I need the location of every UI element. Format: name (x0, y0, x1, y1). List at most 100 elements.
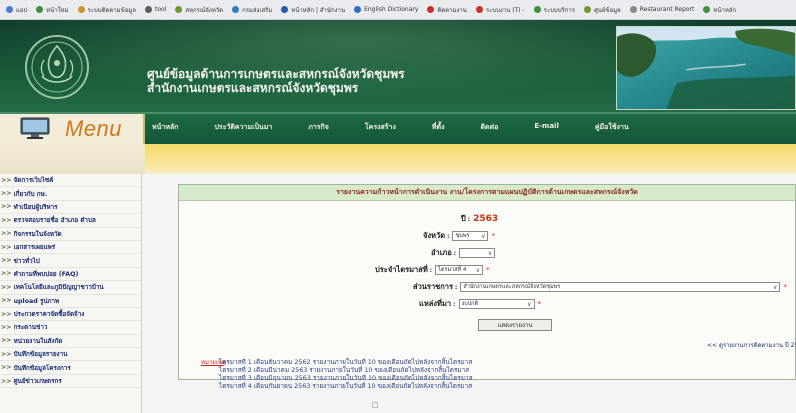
double-arrow-icon: >> (1, 364, 12, 372)
bookmark-favicon-icon (281, 6, 289, 13)
bookmark-item[interactable]: หน้าหลัก (703, 5, 736, 15)
bookmark-label: ศูนย์ข้อมูล (593, 6, 621, 14)
bookmark-item[interactable]: tool (144, 6, 166, 13)
sidebar-item-label: ศูนย์ข่าวเกษตรกร (13, 378, 62, 386)
bookmark-favicon-icon (36, 6, 44, 13)
bookmark-favicon-icon (427, 6, 435, 13)
quarter-label: ประจำไตรมาสที่ : (375, 265, 433, 274)
site-title: ศูนย์ข้อมูลด้านการเกษตรและสหกรณ์จังหวัดช… (147, 67, 405, 95)
double-arrow-icon: >> (1, 270, 12, 278)
province-select-value: ชุมพร (455, 233, 470, 239)
bookmark-item[interactable]: Restaurant Report (629, 6, 694, 13)
bookmark-label: กรมส่งเสริม (242, 6, 273, 14)
bookmark-item[interactable]: ระบบงาน (T) - (475, 5, 525, 15)
double-arrow-icon: >> (1, 203, 12, 211)
bookmark-label: ระบบติดตามข้อมูล (87, 6, 136, 14)
top-navigation: Menu หน้าหลัก ประวัติความเป็นมา ภารกิจ โครง… (0, 112, 796, 146)
district-select[interactable]: ∨ (459, 248, 496, 258)
agency-select[interactable]: สำนักงานเกษตรและสหกรณ์จังหวัดชุมพร ∨ (460, 282, 781, 292)
sidebar-item[interactable]: >> ตรวจสอบรายชื่อ อำเภอ ตำบล (0, 214, 141, 228)
nav-link[interactable]: โครงสร้าง (365, 122, 396, 133)
bookmark-item[interactable]: สหกรณ์จังหวัด (175, 5, 223, 15)
sidebar-item[interactable]: >> คำถามที่พบบ่อย (FAQ) (0, 268, 141, 282)
sidebar-item[interactable]: >> ประกวดราคาจัดซื้อจัดจ้าง (0, 308, 141, 322)
sidebar-item-label: จัดการเว็บไซต์ (13, 177, 54, 185)
double-arrow-icon: >> (1, 310, 12, 318)
nav-link[interactable]: ภารกิจ (308, 122, 329, 133)
sidebar-item-label: ตรวจสอบรายชื่อ อำเภอ ตำบล (13, 217, 96, 225)
double-arrow-icon: >> (1, 323, 12, 331)
bookmark-item[interactable]: English Dictionary (354, 6, 418, 13)
bookmark-label: ติดตามงาน (437, 6, 467, 14)
report-2549-link[interactable]: << ดูรายงานการติดตามงาน ปี 2549 (707, 340, 796, 350)
fund-select[interactable]: งบปกติ ∨ (458, 299, 535, 309)
chevron-down-icon: ∨ (527, 300, 532, 308)
double-arrow-icon: >> (1, 190, 12, 198)
quarter-select[interactable]: ไตรมาสที่ 4 ∨ (435, 265, 484, 275)
report-title: รายงานความก้าวหน้าการดำเนินงาน งาน/โครงก… (179, 185, 795, 201)
fund-row: แหล่งที่มา : งบปกติ ∨ * (419, 298, 541, 310)
quarter-select-value: ไตรมาสที่ 4 (438, 267, 467, 273)
menu-heading-base (0, 144, 145, 174)
nav-link[interactable]: คู่มือใช้งาน (595, 122, 629, 133)
sidebar-item-label: กิจกรรมในจังหวัด (13, 230, 62, 238)
bookmark-favicon-icon (583, 6, 591, 13)
double-arrow-icon: >> (1, 176, 12, 184)
bookmark-item[interactable]: ศูนย์ข้อมูล (583, 5, 621, 15)
computer-monitor-icon (20, 117, 50, 139)
bookmark-item[interactable]: หน้าหลัก | สำนักงาน (281, 5, 345, 15)
required-mark: * (783, 283, 787, 291)
sidebar-item-label: หน่วยงานในสังกัด (13, 337, 63, 345)
nav-link[interactable]: ติดต่อ (481, 122, 499, 133)
sidebar-item[interactable]: >> บันทึกข้อมูลโครงการ (0, 361, 141, 375)
sidebar-item[interactable]: >> เกี่ยวกับ กษ. (0, 187, 141, 201)
bookmark-favicon-icon (144, 6, 152, 13)
sidebar-item[interactable]: >> ข่าวทั่วไป (0, 254, 141, 268)
nav-link[interactable]: ประวัติความเป็นมา (214, 122, 272, 133)
required-mark: * (537, 300, 542, 308)
sidebar-item[interactable]: >> จัดการเว็บไซต์ (0, 174, 141, 188)
agency-row: ส่วนราชการ : สำนักงานเกษตรและสหกรณ์จังหว… (413, 281, 787, 293)
year-value: 2563 (473, 214, 499, 224)
bookmark-favicon-icon (703, 6, 711, 13)
province-label: จังหวัด : (423, 231, 450, 240)
district-row: อำเภอ : ∨ (431, 247, 496, 259)
bookmark-item[interactable]: ระบบบริการ (533, 5, 575, 15)
bookmark-favicon-icon (232, 6, 240, 13)
bookmark-label: English Dictionary (364, 6, 419, 13)
chevron-down-icon: ∨ (475, 266, 481, 274)
bookmark-favicon-icon (475, 6, 483, 13)
nav-link[interactable]: หน้าหลัก (152, 122, 178, 133)
province-select[interactable]: ชุมพร ∨ (452, 231, 489, 241)
sidebar-item[interactable]: >> บันทึกข้อมูลรายงาน (0, 348, 141, 362)
nav-link[interactable]: ที่ตั้ง (432, 122, 445, 133)
sidebar-item-label: เทคโนโลยีและภูมิปัญญาชาวบ้าน (13, 284, 104, 292)
bookmark-favicon-icon (354, 6, 362, 13)
bookmark-item[interactable]: หน้าใหม่ (36, 5, 69, 15)
bookmark-item[interactable]: กรมส่งเสริม (232, 5, 272, 15)
nav-link[interactable]: E-mail (534, 122, 559, 133)
bookmark-label: หน้าหลัก | สำนักงาน (291, 6, 346, 14)
bookmark-item[interactable]: ติดตามงาน (427, 5, 467, 15)
fund-label: แหล่งที่มา : (419, 299, 456, 308)
year-row: ปี : 2563 (461, 213, 498, 225)
scroll-marker-icon: □ (372, 401, 379, 409)
double-arrow-icon: >> (1, 216, 12, 224)
sidebar-item-label: ประกวดราคาจัดซื้อจัดจ้าง (13, 311, 85, 319)
bookmark-item[interactable]: แอป (6, 5, 27, 15)
sidebar-item[interactable]: >> ทำเนียบผู้บริหาร (0, 201, 141, 215)
sidebar-item[interactable]: >> กระดานข่าว (0, 321, 141, 335)
sidebar-item[interactable]: >> ศูนย์ข่าวเกษตรกร (0, 375, 141, 389)
double-arrow-icon: >> (1, 283, 12, 291)
sidebar-item[interactable]: >> หน่วยงานในสังกัด (0, 335, 141, 349)
sidebar-menu: >> จัดการเว็บไซต์ >> เกี่ยวกับ กษ. >> ทำเนียบ… (0, 174, 142, 413)
sidebar-item[interactable]: >> เอกสารเผยแพร่ (0, 241, 141, 255)
site-title-line-1: ศูนย์ข้อมูลด้านการเกษตรและสหกรณ์จังหวัดช… (147, 67, 405, 81)
sidebar-item[interactable]: >> เทคโนโลยีและภูมิปัญญาชาวบ้าน (0, 281, 141, 295)
sidebar-item[interactable]: >> กิจกรรมในจังหวัด (0, 228, 141, 241)
chevron-down-icon: ∨ (487, 249, 493, 257)
show-report-button[interactable]: แสดงรายงาน (478, 319, 552, 331)
site-title-line-2: สำนักงานเกษตรและสหกรณ์จังหวัดชุมพร (147, 81, 359, 95)
bookmark-item[interactable]: ระบบติดตามข้อมูล (77, 5, 136, 15)
sidebar-item[interactable]: >> upload รูปภาพ (0, 295, 141, 308)
